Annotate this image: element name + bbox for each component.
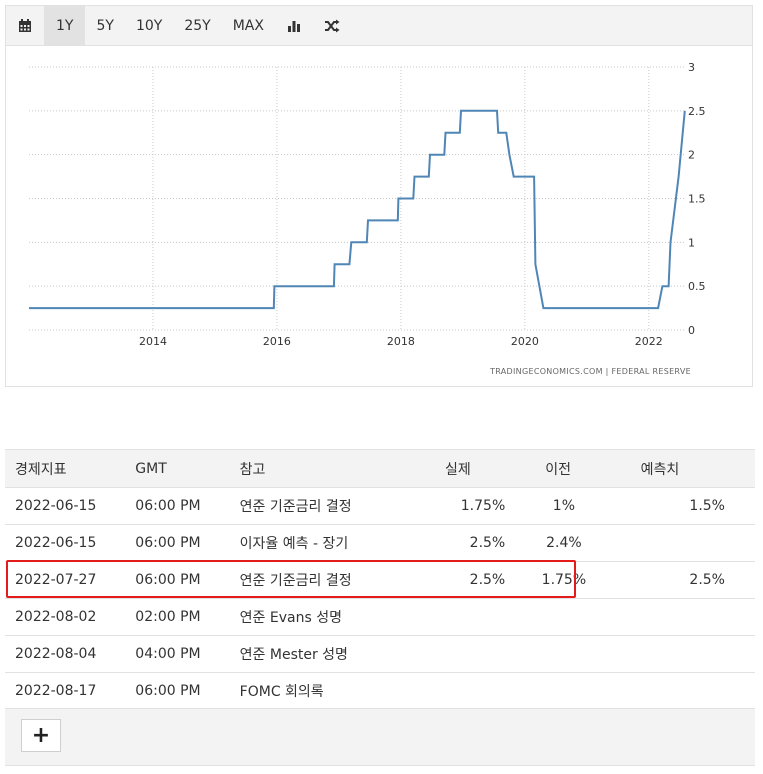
header-previous: 이전: [515, 449, 613, 488]
header-forecast: 예측치: [612, 449, 755, 488]
cell-reference[interactable]: 연준 기준금리 결정: [229, 487, 429, 525]
cell-forecast: 2.5%: [612, 561, 755, 599]
cell-forecast: [612, 672, 755, 710]
cell-actual: [429, 598, 516, 636]
header-reference: 참고: [229, 449, 429, 488]
header-indicator: 경제지표: [5, 449, 126, 488]
cell-reference[interactable]: 연준 Evans 성명: [229, 598, 429, 636]
y-tick-label: 0.5: [688, 280, 706, 293]
x-tick-label: 2016: [263, 335, 291, 348]
cell-previous: [515, 672, 613, 710]
y-tick-label: 3: [688, 61, 695, 74]
cell-reference[interactable]: 연준 Mester 성명: [229, 635, 429, 673]
header-actual: 실제: [429, 449, 516, 488]
cell-date: 2022-06-15: [5, 524, 126, 562]
table-row[interactable]: 2022-08-04 04:00 PM 연준 Mester 성명: [5, 635, 755, 673]
series-line: [29, 109, 686, 310]
cell-gmt: 06:00 PM: [125, 487, 230, 525]
range-max-button[interactable]: MAX: [222, 6, 275, 45]
cell-gmt: 02:00 PM: [125, 598, 230, 636]
cell-gmt: 06:00 PM: [125, 524, 230, 562]
y-tick-label: 1: [688, 236, 695, 249]
x-tick-label: 2014: [139, 335, 167, 348]
cell-actual: [429, 672, 516, 710]
cell-gmt: 06:00 PM: [125, 672, 230, 710]
highlight-annotation-box: [6, 560, 576, 598]
table-row[interactable]: 2022-06-15 06:00 PM 연준 기준금리 결정 1.75% 1% …: [5, 487, 755, 525]
y-tick-label: 2: [688, 149, 695, 162]
y-tick-label: 1.5: [688, 193, 706, 206]
cell-date: 2022-08-17: [5, 672, 126, 710]
rate-chart: 0 0.5 1 1.5 2 2.5 3 2014 2016 2018 2020 2022 TRADING…: [5, 46, 753, 387]
cell-previous: [515, 635, 613, 673]
cell-actual: 2.5%: [429, 524, 516, 562]
cell-date: 2022-08-04: [5, 635, 126, 673]
calendar-icon[interactable]: [6, 6, 44, 45]
add-button[interactable]: +: [21, 719, 61, 752]
cell-forecast: 1.5%: [612, 487, 755, 525]
cell-forecast: [612, 635, 755, 673]
cell-date: 2022-08-02: [5, 598, 126, 636]
cell-date: 2022-06-15: [5, 487, 126, 525]
cell-previous: [515, 598, 613, 636]
cell-previous: 2.4%: [515, 524, 613, 562]
cell-forecast: [612, 598, 755, 636]
shuffle-icon[interactable]: [313, 6, 351, 45]
table-header-row: 경제지표 GMT 참고 실제 이전 예측치: [5, 449, 755, 488]
range-5y-button[interactable]: 5Y: [85, 6, 124, 45]
cell-forecast: [612, 524, 755, 562]
cell-actual: [429, 635, 516, 673]
y-tick-label: 0: [688, 324, 695, 337]
x-tick-label: 2022: [635, 335, 663, 348]
cell-previous: 1%: [515, 487, 613, 525]
range-25y-button[interactable]: 25Y: [173, 6, 221, 45]
header-gmt: GMT: [125, 449, 230, 488]
chart-canvas: 0 0.5 1 1.5 2 2.5 3 2014 2016 2018 2020 2022 TRADING…: [29, 61, 706, 376]
y-tick-label: 2.5: [688, 105, 706, 118]
table-row[interactable]: 2022-08-02 02:00 PM 연준 Evans 성명: [5, 598, 755, 636]
chart-toolbar: 1Y 5Y 10Y 25Y MAX: [5, 5, 753, 46]
cell-actual: 1.75%: [429, 487, 516, 525]
range-10y-button[interactable]: 10Y: [125, 6, 173, 45]
x-tick-label: 2020: [511, 335, 539, 348]
table-row[interactable]: 2022-08-17 06:00 PM FOMC 회의록: [5, 672, 755, 710]
chart-source-label: TRADINGECONOMICS.COM | FEDERAL RESERVE: [489, 367, 691, 376]
bar-chart-icon[interactable]: [275, 6, 313, 45]
range-1y-button[interactable]: 1Y: [44, 6, 86, 45]
cell-reference[interactable]: 이자율 예측 - 장기: [229, 524, 429, 562]
cell-gmt: 04:00 PM: [125, 635, 230, 673]
cell-reference[interactable]: FOMC 회의록: [229, 672, 429, 710]
table-footer: +: [5, 708, 755, 766]
x-tick-label: 2018: [387, 335, 415, 348]
table-row[interactable]: 2022-06-15 06:00 PM 이자율 예측 - 장기 2.5% 2.4…: [5, 524, 755, 562]
